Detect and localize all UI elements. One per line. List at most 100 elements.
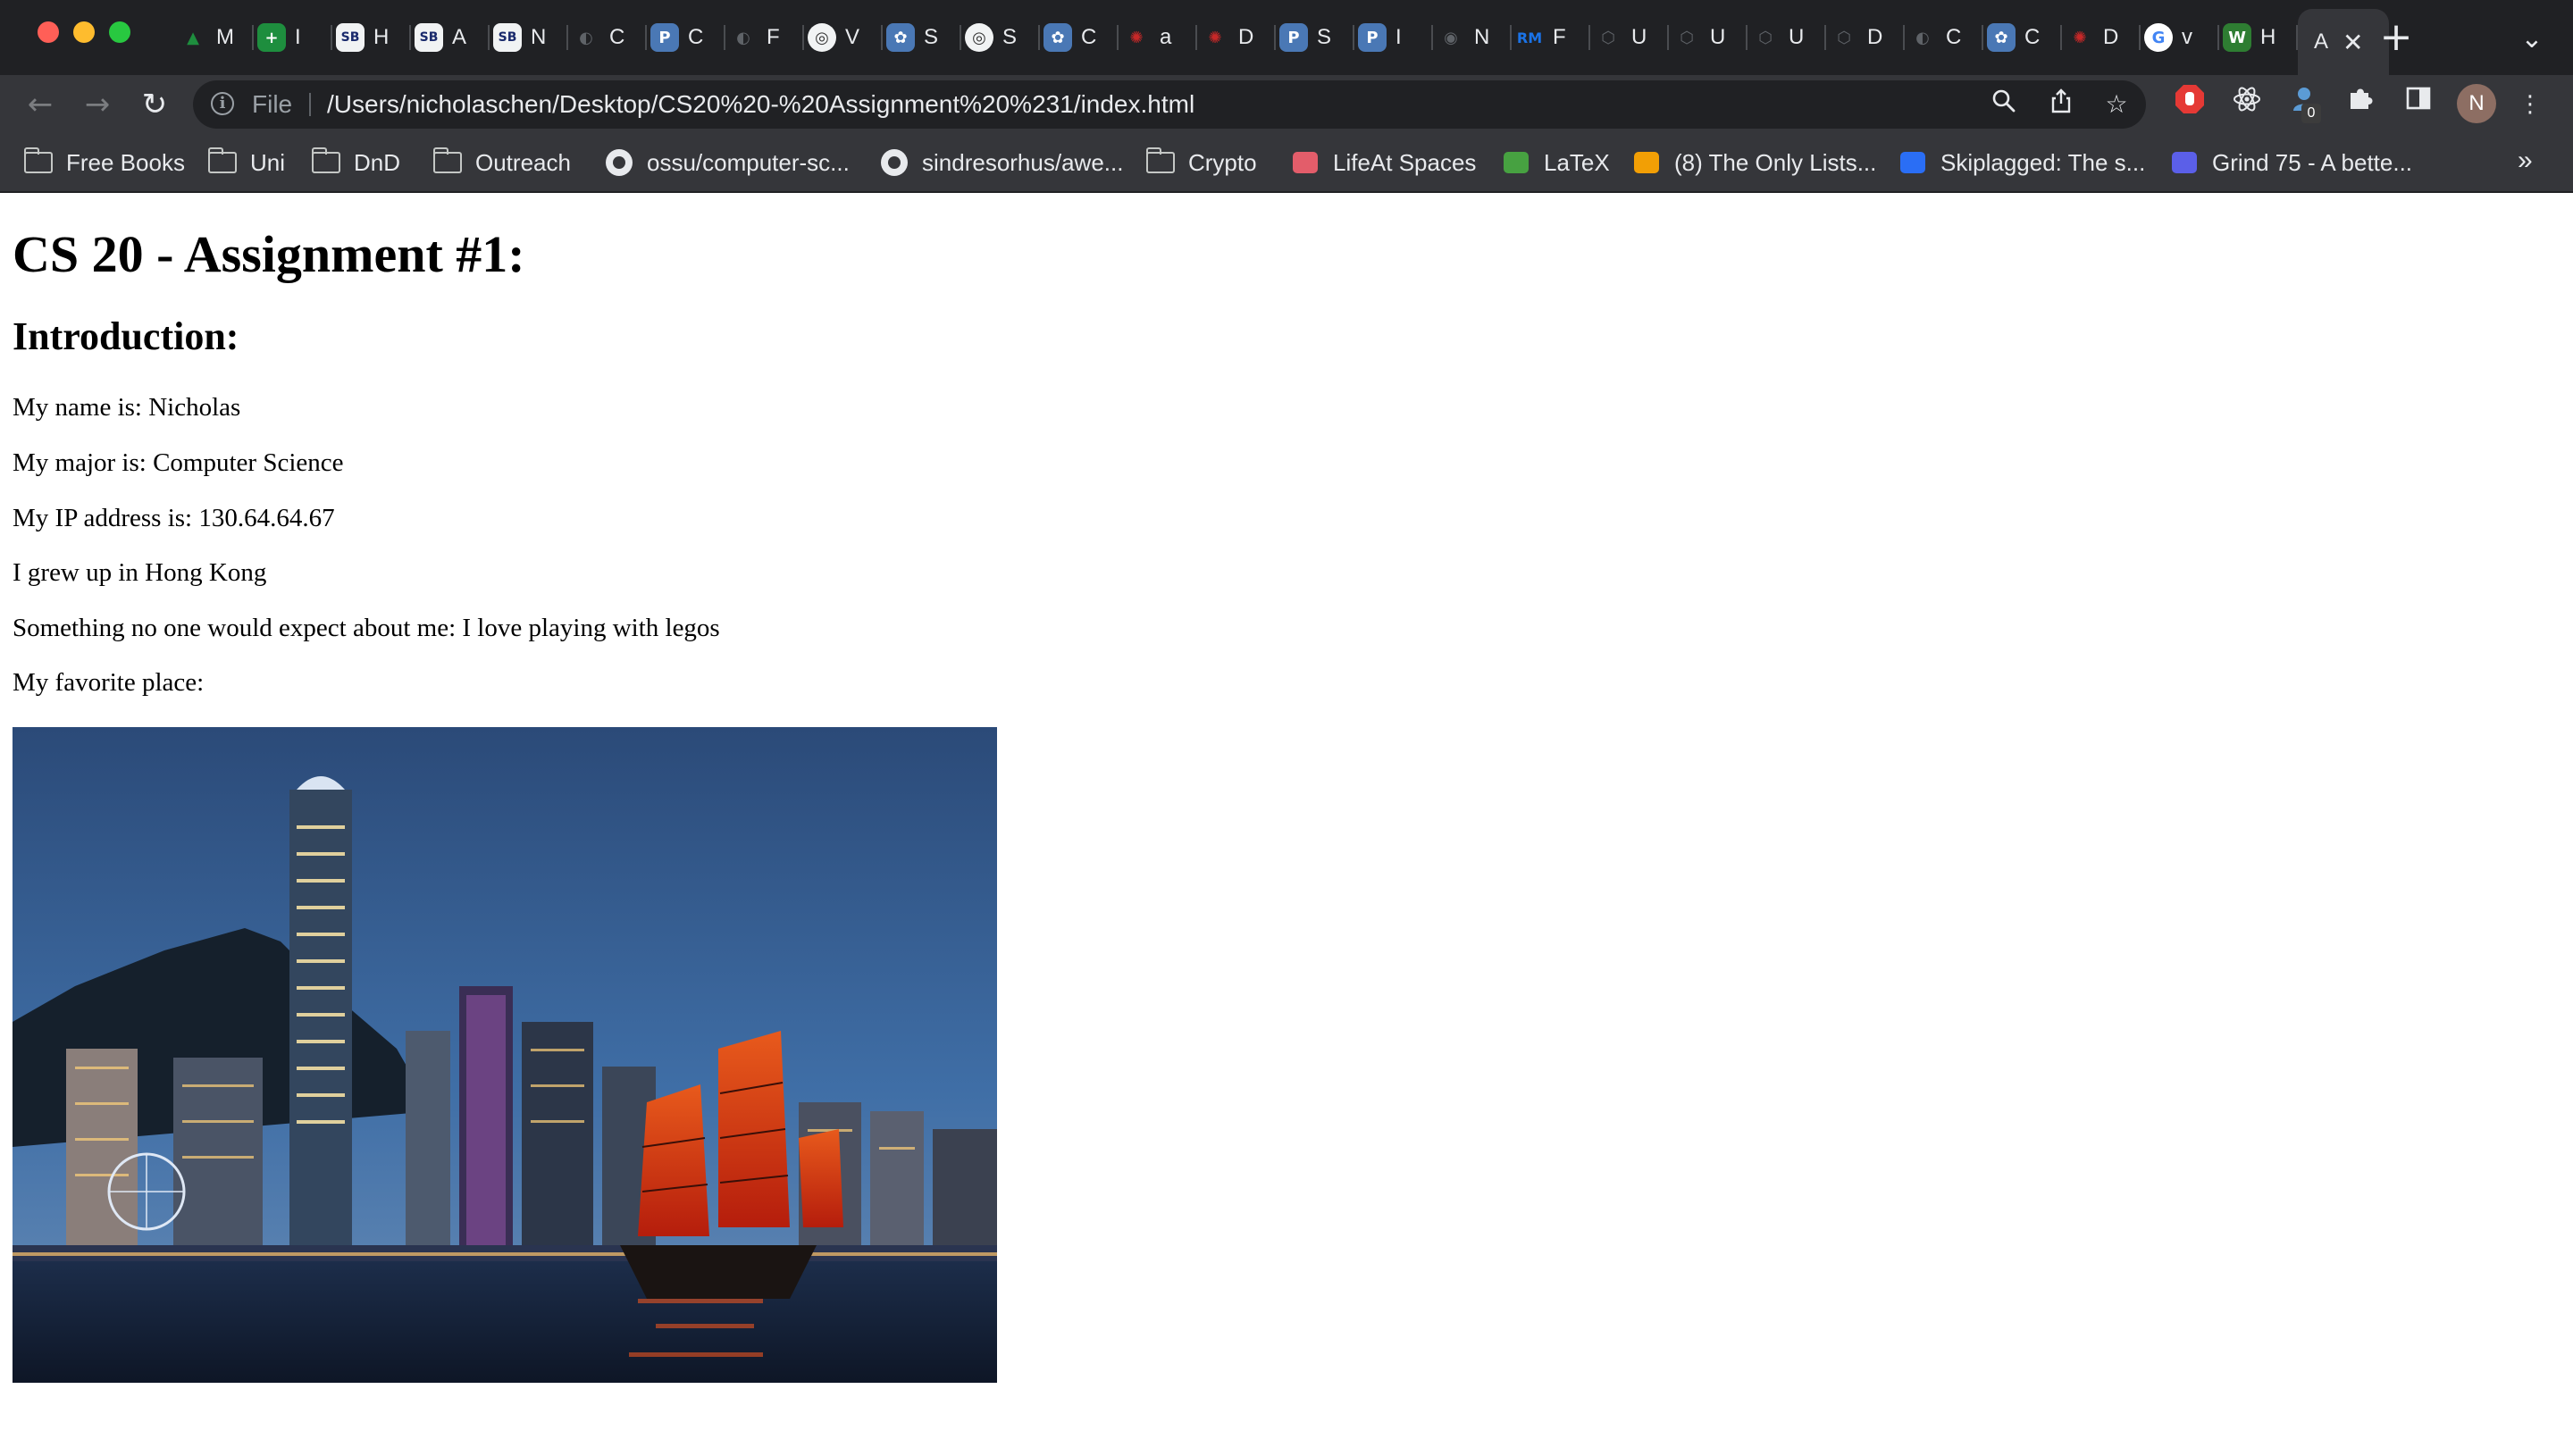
bookmark-item[interactable]: DnD bbox=[311, 145, 400, 180]
side-panel-icon[interactable] bbox=[2398, 84, 2439, 125]
bookmark-item[interactable]: sindresorhus/awe... bbox=[879, 145, 1123, 180]
lists-icon bbox=[1631, 150, 1662, 175]
tab-20[interactable]: ⬡ U bbox=[1669, 9, 1747, 66]
url-text[interactable]: /Users/nicholaschen/Desktop/CS20%20-%20A… bbox=[327, 80, 1194, 129]
intro-line-hometown: I grew up in Hong Kong bbox=[13, 558, 267, 587]
tab-17[interactable]: ◉ N bbox=[1433, 9, 1512, 66]
p-icon: P bbox=[650, 23, 679, 52]
tab-4[interactable]: SB A bbox=[411, 9, 490, 66]
bookmarks-overflow-button[interactable]: » bbox=[2518, 143, 2533, 179]
tab-27[interactable]: WH bbox=[2219, 9, 2298, 66]
close-window-button[interactable] bbox=[38, 21, 59, 43]
folder-icon bbox=[23, 147, 54, 175]
sb-icon: SB bbox=[336, 23, 365, 52]
share-icon[interactable] bbox=[2044, 88, 2078, 121]
bookmark-item[interactable]: (8) The Only Lists... bbox=[1631, 145, 1876, 180]
bookmark-label: Skiplagged: The s... bbox=[1940, 148, 2146, 176]
bookmark-item[interactable]: Crypto bbox=[1145, 145, 1257, 180]
adblock-extension-icon[interactable] bbox=[2169, 84, 2210, 125]
github-icon bbox=[604, 149, 634, 176]
tab-3[interactable]: SB H bbox=[332, 9, 411, 66]
tab-26[interactable]: Gv bbox=[2141, 9, 2219, 66]
tab-title: S bbox=[1002, 25, 1018, 49]
tab-2[interactable]: + I bbox=[254, 9, 332, 66]
tab-title: A bbox=[2314, 29, 2329, 54]
unity-icon: ⬡ bbox=[1601, 28, 1615, 47]
bookmark-label: Crypto bbox=[1188, 148, 1257, 176]
tab-title: C bbox=[1081, 25, 1097, 49]
bookmark-item[interactable]: Grind 75 - A bette... bbox=[2169, 145, 2412, 180]
bookmark-label: sindresorhus/awe... bbox=[922, 148, 1124, 176]
tab-12[interactable]: ✿ C bbox=[1040, 9, 1119, 66]
google-icon: G bbox=[2144, 23, 2173, 52]
tab-24[interactable]: ✿ C bbox=[1983, 9, 2062, 66]
chrome-icon: ◉ bbox=[1444, 28, 1458, 47]
overleaf-icon bbox=[1501, 150, 1531, 175]
bookmark-item[interactable]: Outreach bbox=[432, 145, 571, 180]
bookmark-label: DnD bbox=[354, 148, 401, 176]
intro-line-favorite-place: My favorite place: bbox=[13, 668, 205, 697]
tab-21[interactable]: ⬡ U bbox=[1747, 9, 1826, 66]
tab-19[interactable]: ⬡ U bbox=[1590, 9, 1669, 66]
tab-8[interactable]: ◐ F bbox=[725, 9, 804, 66]
tab-11[interactable]: ◎ S bbox=[961, 9, 1040, 66]
page-title: CS 20 - Assignment #1: bbox=[13, 225, 525, 283]
tab-16[interactable]: PI bbox=[1354, 9, 1433, 66]
tab-list: ▲ M + I SB H SB A SB N ◐ C P C ◐ F ◎ V ✿ S ◎ S ✿ C ✺ a ✺ D P S P I ◉ N RM F… bbox=[175, 9, 2389, 75]
tab-5[interactable]: SB N bbox=[490, 9, 568, 66]
bookmark-item[interactable]: Free Books bbox=[23, 145, 185, 180]
address-bar[interactable]: i File /Users/nicholaschen/Desktop/CS20%… bbox=[193, 80, 2146, 129]
flower-icon: ✿ bbox=[886, 23, 915, 52]
globe-icon: ◐ bbox=[579, 28, 593, 47]
google-drive-icon: ▲ bbox=[187, 28, 199, 47]
new-tab-button[interactable]: + bbox=[2373, 14, 2419, 61]
forward-button[interactable]: → bbox=[77, 84, 118, 125]
tab-25[interactable]: ✺ D bbox=[2062, 9, 2141, 66]
menu-button[interactable]: ⋮ bbox=[2512, 84, 2548, 125]
tab-search-button[interactable]: ⌄ bbox=[2510, 18, 2553, 61]
hong-kong-skyline-image bbox=[13, 727, 997, 1383]
tab-6[interactable]: ◐ C bbox=[568, 9, 647, 66]
bookmark-item[interactable]: Skiplagged: The s... bbox=[1898, 145, 2145, 180]
tab-18[interactable]: RM F bbox=[1512, 9, 1590, 66]
tab-15[interactable]: PS bbox=[1276, 9, 1354, 66]
info-icon[interactable]: i bbox=[211, 92, 234, 115]
bookmark-item[interactable]: ossu/computer-sc... bbox=[604, 145, 850, 180]
sb-icon: SB bbox=[493, 23, 522, 52]
tab-22[interactable]: ⬡ D bbox=[1826, 9, 1905, 66]
bookmark-item[interactable]: Uni bbox=[207, 145, 285, 180]
bookmark-item[interactable]: LifeAt Spaces bbox=[1290, 145, 1476, 180]
tab-23[interactable]: ◐ C bbox=[1905, 9, 1983, 66]
react-devtools-icon[interactable] bbox=[2226, 84, 2267, 125]
folder-icon bbox=[1145, 147, 1176, 175]
tab-1[interactable]: ▲ M bbox=[175, 9, 254, 66]
back-button[interactable]: ← bbox=[20, 84, 61, 125]
divider bbox=[309, 93, 311, 116]
tab-title: F bbox=[767, 25, 780, 49]
tab-7[interactable]: PC bbox=[647, 9, 725, 66]
bookmark-label: (8) The Only Lists... bbox=[1674, 148, 1877, 176]
tab-9[interactable]: ◎ V bbox=[804, 9, 883, 66]
toolbar: ← → ↻ i File /Users/nicholaschen/Desktop… bbox=[0, 75, 2573, 134]
bookmark-label: LifeAt Spaces bbox=[1333, 148, 1477, 176]
tab-10[interactable]: ✿ S bbox=[883, 9, 961, 66]
close-tab-icon[interactable]: ✕ bbox=[2343, 28, 2363, 57]
profile-avatar[interactable]: N bbox=[2457, 84, 2496, 123]
tab-14[interactable]: ✺ D bbox=[1197, 9, 1276, 66]
bookmark-star-icon[interactable]: ☆ bbox=[2099, 88, 2133, 121]
tab-title: M bbox=[216, 25, 234, 49]
reload-button[interactable]: ↻ bbox=[134, 84, 175, 125]
page-content: CS 20 - Assignment #1: Introduction: My … bbox=[0, 193, 2573, 1456]
extensions-puzzle-icon[interactable] bbox=[2341, 84, 2382, 125]
tab-13[interactable]: ✺ a bbox=[1119, 9, 1197, 66]
intro-line-fun-fact: Something no one would expect about me: … bbox=[13, 614, 720, 642]
zoom-icon[interactable] bbox=[1987, 88, 2021, 121]
tab-title: N bbox=[1474, 25, 1490, 49]
p-icon: P bbox=[1358, 23, 1387, 52]
globe-icon: ◐ bbox=[1915, 28, 1930, 47]
minimize-window-button[interactable] bbox=[73, 21, 95, 43]
panel-icon bbox=[2406, 87, 2431, 110]
sb-icon: SB bbox=[415, 23, 443, 52]
zoom-window-button[interactable] bbox=[109, 21, 130, 43]
bookmark-item[interactable]: LaTeX bbox=[1501, 145, 1610, 180]
